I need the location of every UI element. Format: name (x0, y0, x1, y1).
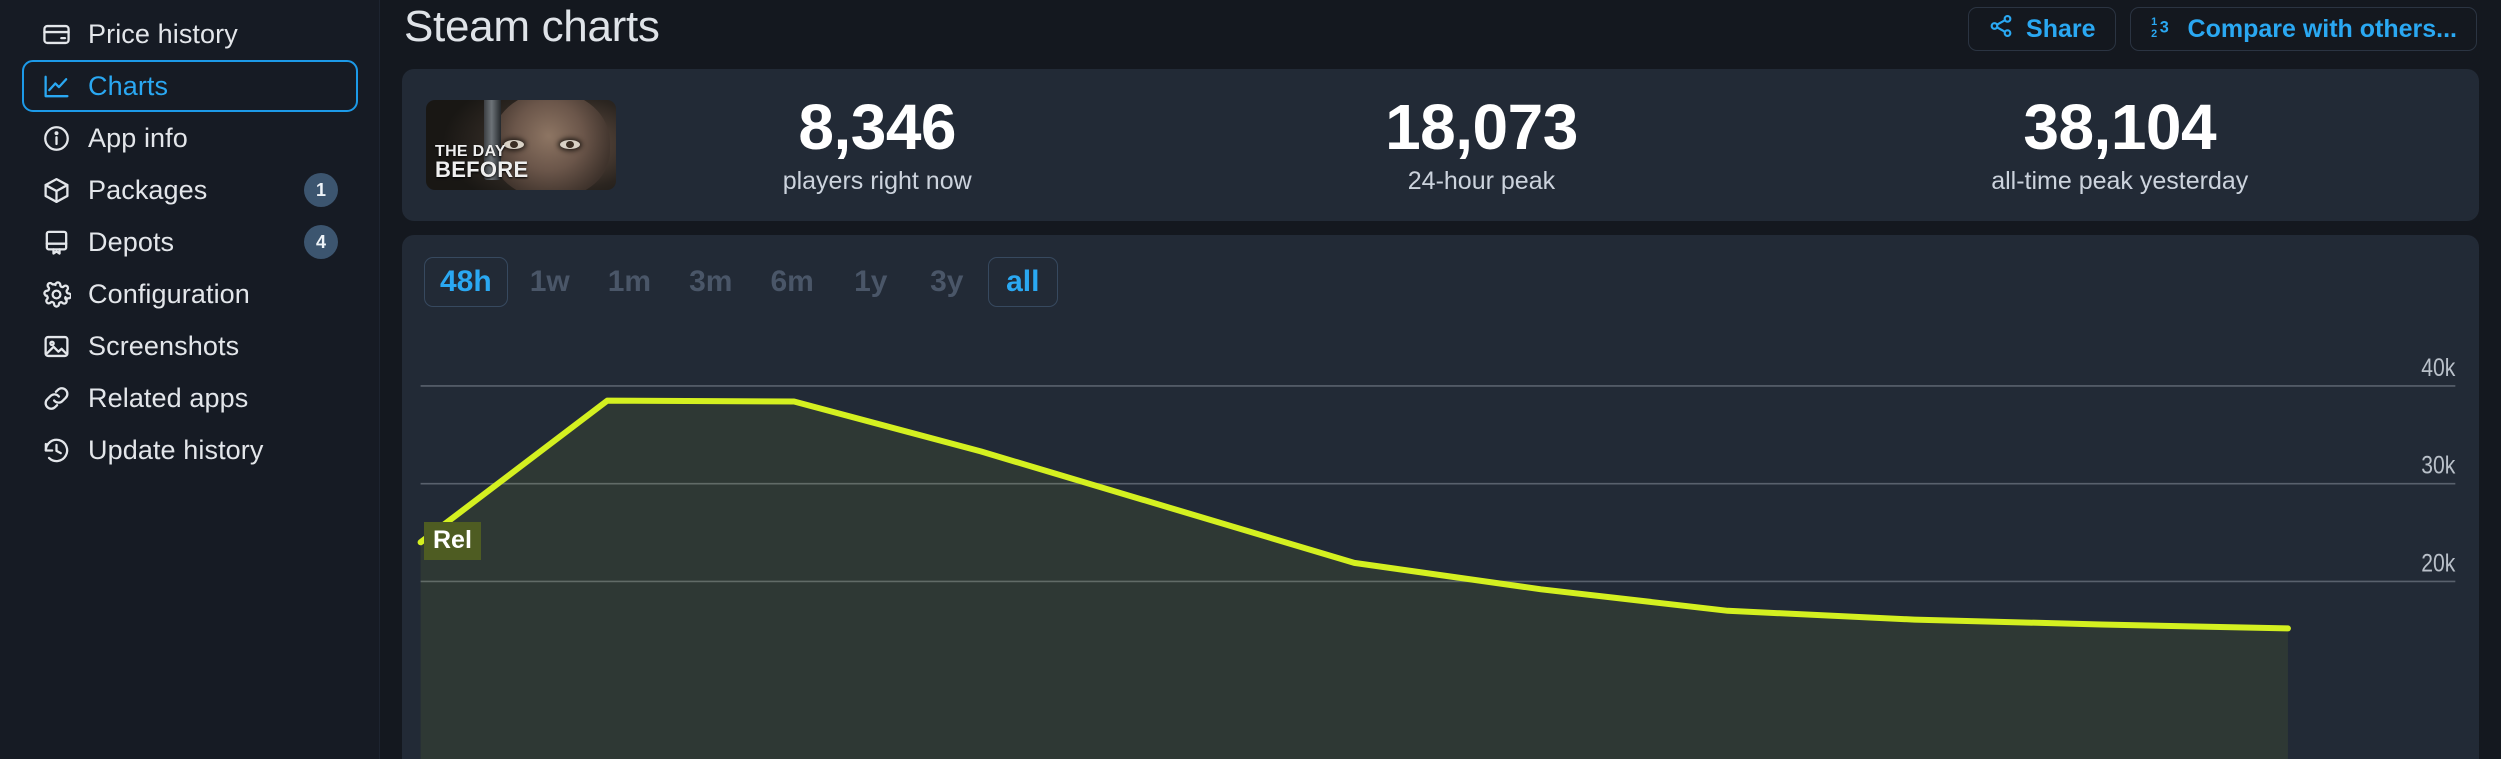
credit-card-icon (42, 20, 71, 49)
game-thumbnail[interactable]: THE DAY BEFORE (426, 100, 616, 190)
sidebar-item-update-history[interactable]: Update history (22, 424, 358, 476)
time-range-selector: 48h 1w 1m 3m 6m 1y 3y all (402, 257, 2479, 307)
gear-icon (42, 280, 71, 309)
info-circle-icon (42, 124, 71, 153)
server-icon (42, 228, 71, 257)
sidebar-item-related-apps[interactable]: Related apps (22, 372, 358, 424)
sidebar-item-label: Configuration (88, 278, 250, 309)
stat-value: 18,073 (1385, 91, 1578, 164)
sidebar-item-label: Update history (88, 434, 264, 465)
range-button-3y[interactable]: 3y (912, 257, 982, 307)
steamdb-app-page: Price history Charts App info Packages 1 (0, 0, 2501, 759)
range-button-6m[interactable]: 6m (754, 257, 829, 307)
sidebar-item-app-info[interactable]: App info (22, 112, 358, 164)
players-chart[interactable]: 40k 30k 20k (402, 337, 2479, 759)
sidebar: Price history Charts App info Packages 1 (0, 0, 380, 759)
stat-label: all-time peak yesterday (1991, 166, 2249, 195)
svg-text:2: 2 (2151, 27, 2157, 38)
stat-label: players right now (782, 166, 972, 195)
range-button-1w[interactable]: 1w (514, 257, 586, 307)
sidebar-item-label: Price history (88, 18, 238, 49)
link-icon (42, 384, 71, 413)
stat-all-time-peak-yesterday: 38,104 all-time peak yesterday (1991, 94, 2248, 195)
svg-text:1: 1 (2151, 15, 2157, 27)
release-marker[interactable]: Rel (424, 522, 481, 560)
page-title: Steam charts (404, 2, 660, 51)
chart-card: 48h 1w 1m 3m 6m 1y 3y all 40k 30k 20k Rel (402, 235, 2479, 759)
stat-players-right-now: 8,346 players right now (783, 94, 972, 195)
history-icon (42, 436, 71, 465)
thumbnail-eye-right (560, 140, 580, 149)
stat-value: 38,104 (2023, 91, 2217, 164)
range-button-48h[interactable]: 48h (424, 257, 508, 307)
sidebar-item-label: Screenshots (88, 330, 240, 361)
range-button-1y[interactable]: 1y (836, 257, 906, 307)
sidebar-item-screenshots[interactable]: Screenshots (22, 320, 358, 372)
stats-card: THE DAY BEFORE 8,346 players right now 1… (402, 69, 2479, 221)
main-content: Steam charts Share 123 Compare with othe… (380, 0, 2501, 759)
compare-button-label: Compare with others... (2187, 14, 2457, 43)
range-button-1m[interactable]: 1m (592, 257, 667, 307)
sidebar-badge-depots: 4 (304, 225, 338, 259)
thumbnail-title: THE DAY BEFORE (435, 143, 529, 182)
share-button[interactable]: Share (1968, 7, 2116, 51)
image-icon (42, 332, 71, 361)
sidebar-item-label: Charts (88, 70, 169, 101)
line-chart-icon (42, 72, 71, 101)
sidebar-badge-packages: 1 (304, 173, 338, 207)
range-button-3m[interactable]: 3m (673, 257, 748, 307)
sidebar-item-label: Depots (88, 226, 175, 257)
sidebar-item-depots[interactable]: Depots 4 (22, 216, 358, 268)
chart-area-fill (420, 400, 2288, 759)
svg-text:3: 3 (2159, 18, 2168, 36)
chart-ytick-label: 40k (2421, 353, 2455, 381)
sidebar-item-price-history[interactable]: Price history (22, 8, 358, 60)
players-chart-svg: 40k 30k 20k (402, 353, 2456, 759)
share-button-label: Share (2026, 14, 2096, 43)
sidebar-item-label: App info (88, 122, 188, 153)
sidebar-item-label: Packages (88, 174, 208, 205)
sidebar-item-packages[interactable]: Packages 1 (22, 164, 358, 216)
stat-row: 8,346 players right now 18,073 24-hour p… (576, 94, 2455, 195)
sidebar-item-label: Related apps (88, 382, 249, 413)
thumbnail-title-line2: BEFORE (435, 156, 529, 182)
stat-value: 8,346 (798, 91, 956, 164)
chart-ytick-label: 30k (2421, 451, 2455, 479)
box-icon (42, 176, 71, 205)
stat-24-hour-peak: 18,073 24-hour peak (1385, 94, 1578, 195)
range-button-all[interactable]: all (987, 257, 1058, 307)
ordered-list-icon: 123 (2150, 13, 2176, 46)
sidebar-item-charts[interactable]: Charts (22, 60, 358, 112)
chart-ytick-label: 20k (2421, 549, 2455, 577)
share-nodes-icon (1988, 13, 2014, 46)
sidebar-item-configuration[interactable]: Configuration (22, 268, 358, 320)
header-actions: Share 123 Compare with others... (1968, 7, 2477, 51)
compare-with-others-button[interactable]: 123 Compare with others... (2129, 7, 2477, 51)
page-header: Steam charts Share 123 Compare with othe… (402, 0, 2479, 58)
stat-label: 24-hour peak (1407, 166, 1556, 195)
